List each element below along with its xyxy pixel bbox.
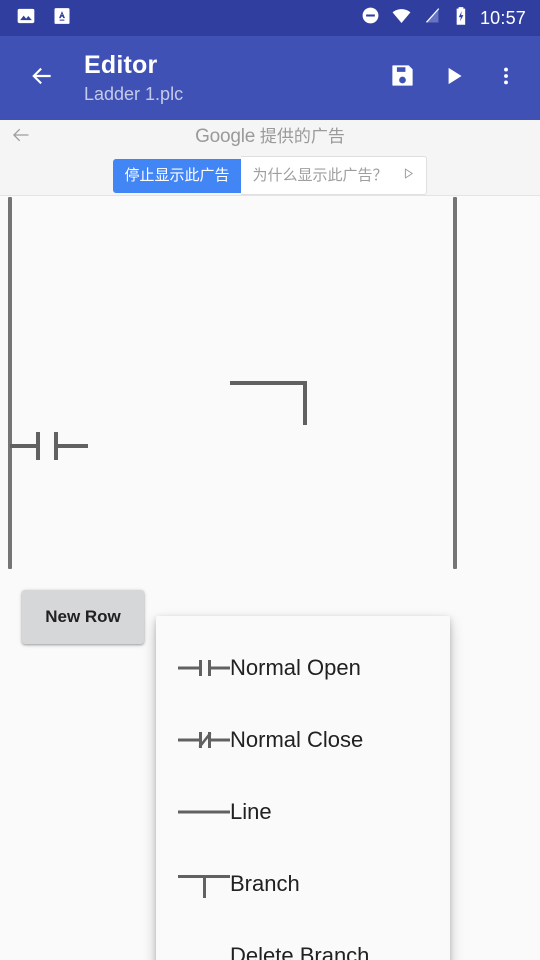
ad-headline: Google 提供的广告 bbox=[0, 123, 540, 151]
arrow-back-icon bbox=[29, 63, 55, 94]
status-bar: 10:57 bbox=[0, 0, 540, 36]
menu-item-line[interactable]: Line bbox=[156, 776, 450, 848]
normal-open-contact-element[interactable] bbox=[10, 426, 90, 471]
normal-open-contact-icon bbox=[156, 632, 230, 704]
play-triangle-icon bbox=[401, 166, 416, 184]
branch-vertical-wire[interactable] bbox=[303, 381, 307, 425]
ad-banner: Google 提供的广告 停止显示此广告 为什么显示此广告？ bbox=[0, 120, 540, 196]
menu-item-delete-branch[interactable]: Delete Branch bbox=[156, 920, 450, 960]
ad-headline-text: 提供的广告 bbox=[259, 127, 345, 146]
run-button[interactable] bbox=[428, 50, 480, 106]
save-button[interactable] bbox=[376, 50, 428, 106]
page-subtitle: Ladder 1.plc bbox=[84, 84, 184, 104]
battery-charging-icon bbox=[453, 6, 469, 31]
app-bar-actions bbox=[376, 50, 540, 106]
ad-actions: 停止显示此广告 为什么显示此广告？ bbox=[0, 156, 540, 195]
branch-horizontal-wire[interactable] bbox=[230, 381, 307, 385]
app-bar-titles: Editor Ladder 1.plc bbox=[84, 50, 183, 106]
line-icon bbox=[156, 776, 230, 848]
ladder-right-rail bbox=[453, 197, 457, 569]
menu-item-label: Normal Close bbox=[230, 727, 364, 752]
menu-item-normal-open[interactable]: Normal Open bbox=[156, 632, 450, 704]
ladder-left-rail bbox=[8, 197, 12, 569]
menu-item-no-icon bbox=[156, 920, 230, 960]
status-bar-notifications bbox=[0, 6, 72, 31]
app-root: 10:57 Editor Ladder 1.plc Google 提供的广告 停… bbox=[0, 0, 540, 960]
status-bar-clock: 10:57 bbox=[479, 8, 526, 28]
signal-off-icon bbox=[423, 6, 442, 30]
app-bar: Editor Ladder 1.plc bbox=[0, 36, 540, 120]
branch-icon bbox=[156, 848, 230, 920]
menu-item-label: Normal Open bbox=[230, 655, 361, 680]
text-a-icon bbox=[52, 6, 72, 31]
overflow-menu-icon bbox=[495, 65, 517, 92]
page-title: Editor bbox=[84, 51, 158, 79]
wifi-icon bbox=[391, 5, 412, 31]
menu-item-normal-close[interactable]: Normal Close bbox=[156, 704, 450, 776]
menu-item-label: Branch bbox=[230, 871, 300, 896]
back-button[interactable] bbox=[14, 50, 70, 106]
why-this-ad-label: 为什么显示此广告？ bbox=[252, 166, 388, 184]
save-icon bbox=[389, 62, 416, 94]
overflow-menu-button[interactable] bbox=[480, 50, 532, 106]
element-context-menu[interactable]: Normal Open Normal Close Line Branch Del… bbox=[156, 616, 450, 960]
menu-item-branch[interactable]: Branch bbox=[156, 848, 450, 920]
do-not-disturb-icon bbox=[361, 6, 380, 30]
image-icon bbox=[16, 6, 36, 31]
status-bar-system-icons: 10:57 bbox=[361, 5, 540, 31]
why-this-ad-button[interactable]: 为什么显示此广告？ bbox=[240, 156, 427, 195]
stop-showing-ad-button[interactable]: 停止显示此广告 bbox=[113, 158, 241, 193]
menu-item-label: Delete Branch bbox=[230, 943, 370, 960]
ladder-canvas[interactable]: New Row Normal Open Normal Close Line Br… bbox=[0, 196, 540, 960]
new-row-button[interactable]: New Row bbox=[22, 590, 144, 644]
normal-close-contact-icon bbox=[156, 704, 230, 776]
google-wordmark: Google bbox=[195, 126, 256, 147]
menu-item-label: Line bbox=[230, 799, 272, 824]
run-icon bbox=[441, 63, 467, 94]
